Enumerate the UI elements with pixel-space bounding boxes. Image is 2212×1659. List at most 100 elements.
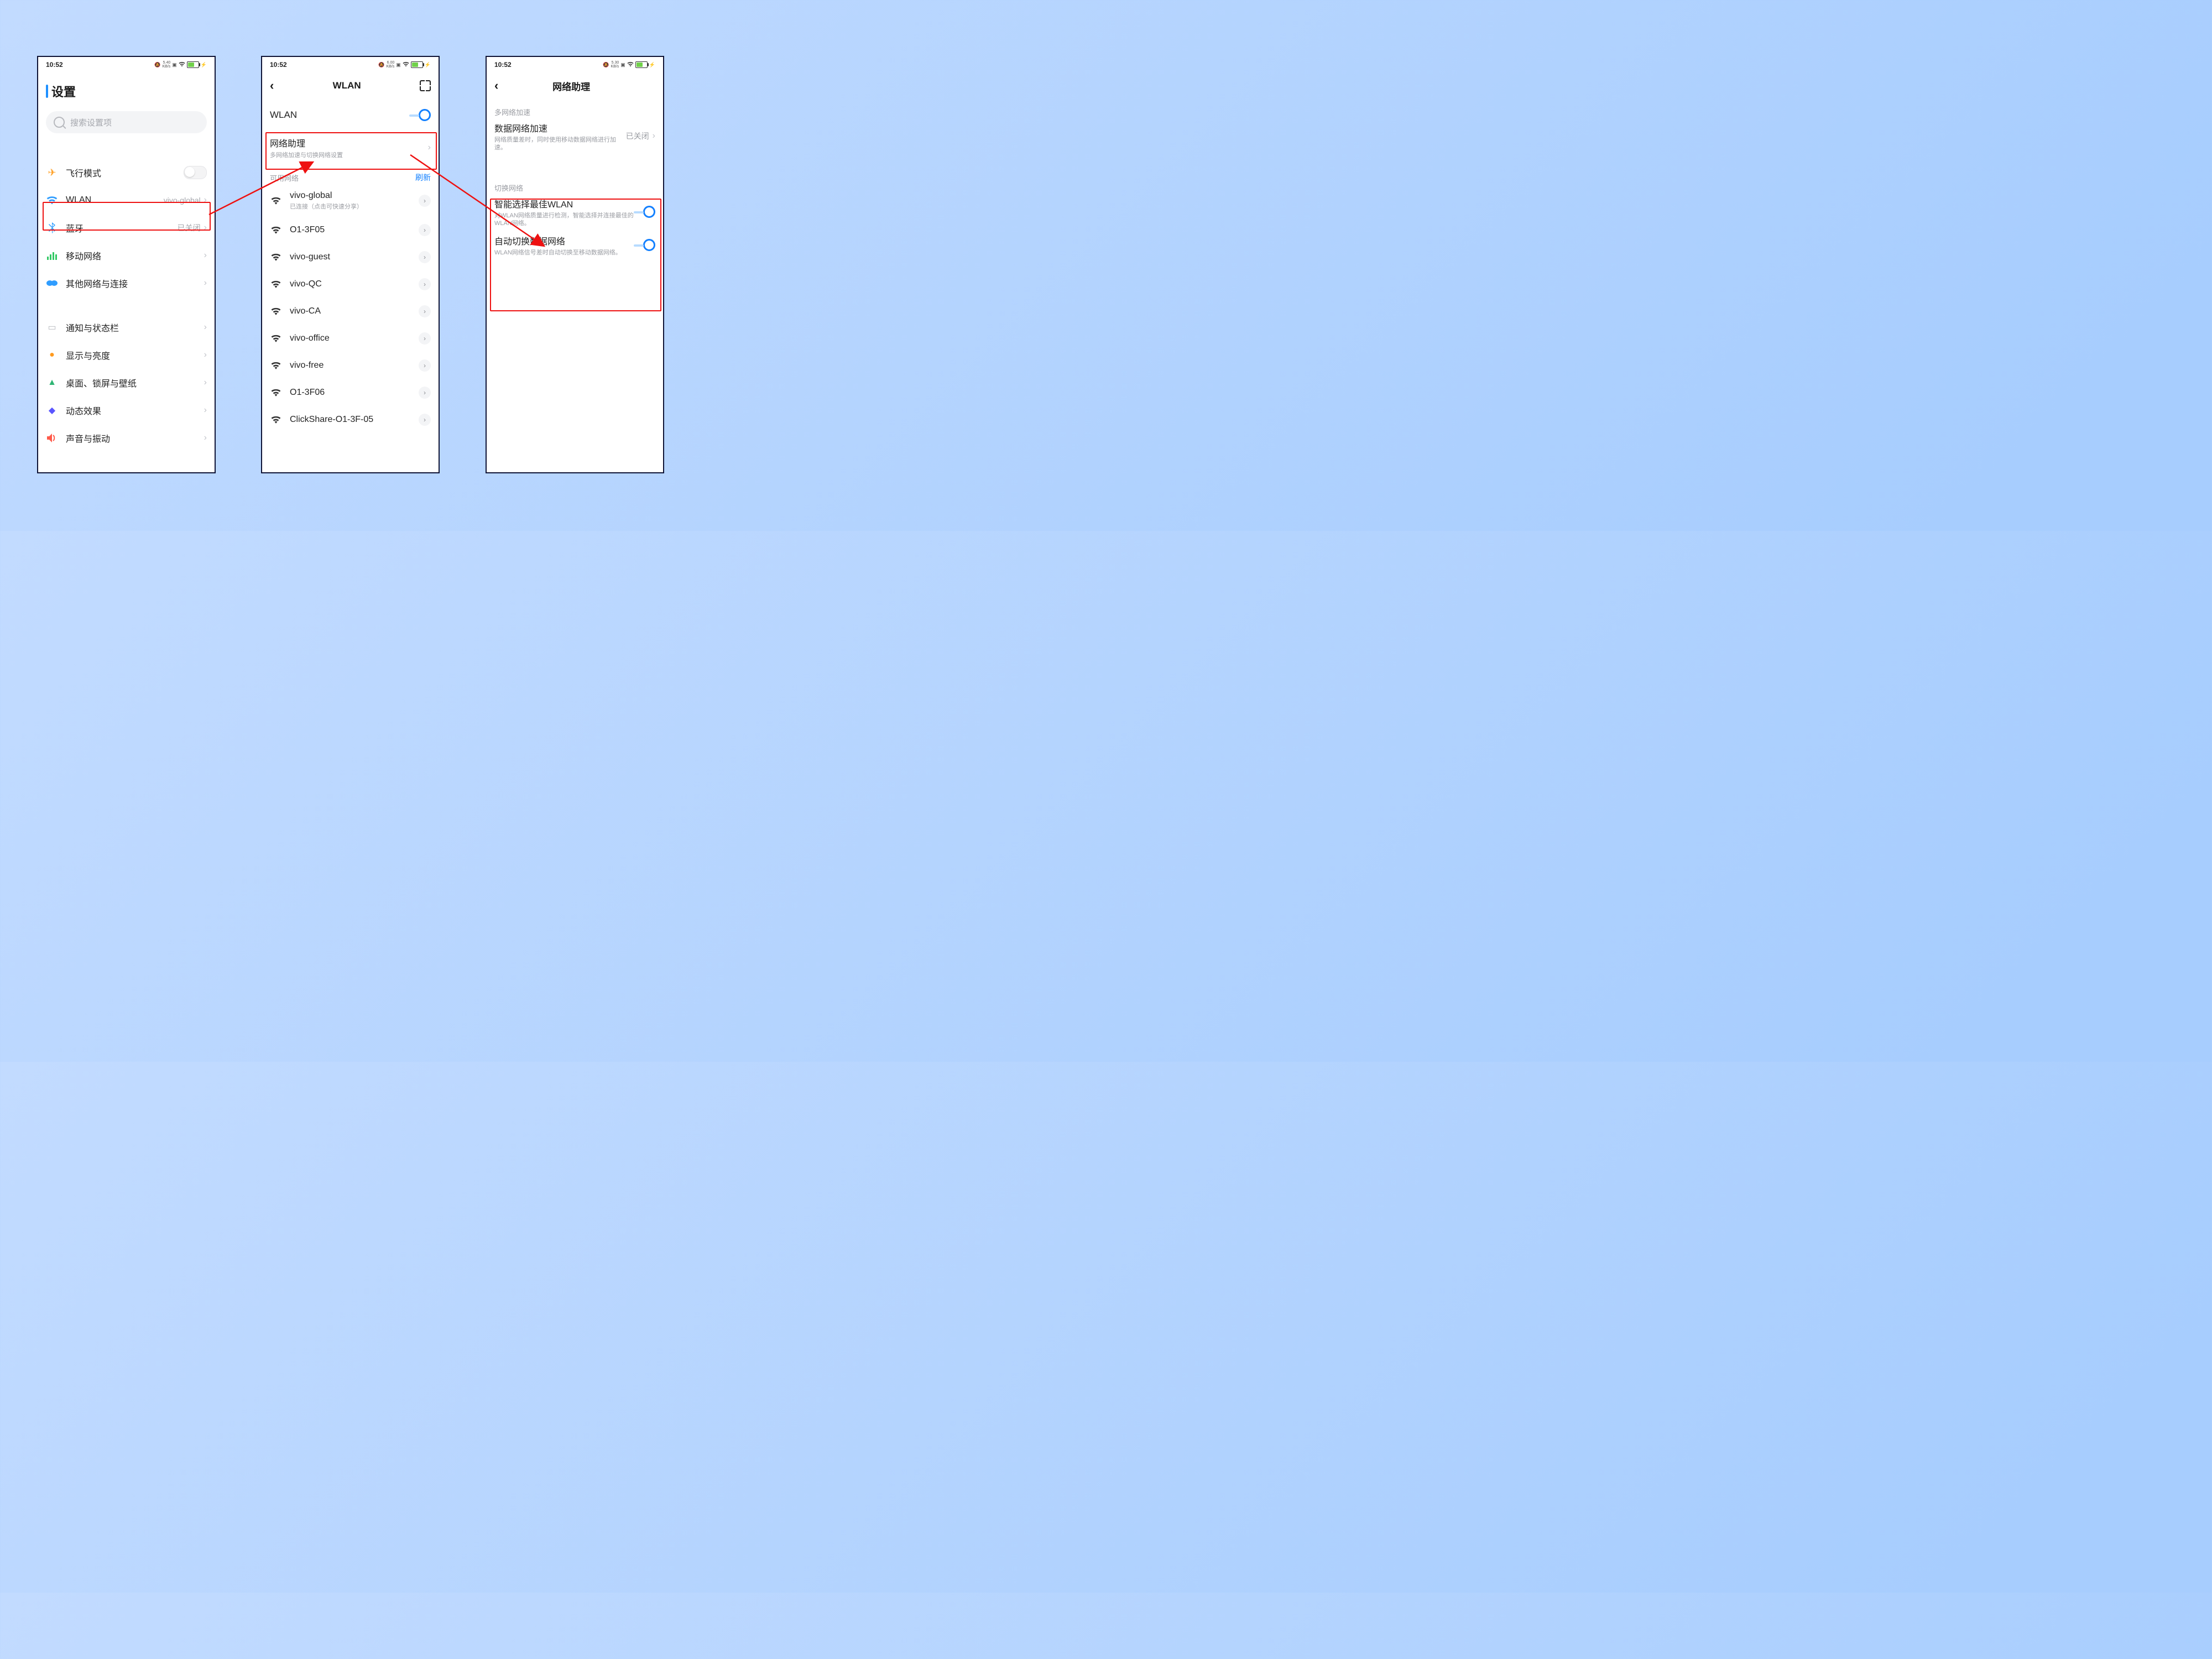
network-name: vivo-free <box>290 361 419 371</box>
network-details-button[interactable]: › <box>419 387 431 399</box>
chevron-right-icon: › <box>204 251 207 260</box>
bluetooth-icon <box>46 222 58 234</box>
network-sub: 已连接（点击可快速分享） <box>290 202 419 211</box>
sound-icon <box>46 432 58 444</box>
wallpaper-icon: ▲ <box>46 377 58 389</box>
network-name: O1-3F05 <box>290 225 419 235</box>
title-accent <box>46 85 48 98</box>
network-item[interactable]: vivo-CA› <box>262 298 439 325</box>
toggle-smart-wlan[interactable] <box>643 206 655 218</box>
network-details-button[interactable]: › <box>419 251 431 263</box>
row-smart-wlan[interactable]: 智能选择最佳WLAN 对WLAN网络质量进行检测，智能选择并连接最佳的WLAN网… <box>487 195 663 228</box>
brightness-icon: ● <box>46 349 58 361</box>
wifi-icon <box>270 305 282 317</box>
network-details-button[interactable]: › <box>419 332 431 345</box>
row-dynamic-effects[interactable]: ◆ 动态效果 › <box>38 397 215 424</box>
row-display[interactable]: ● 显示与亮度 › <box>38 341 215 369</box>
row-auto-switch-data[interactable]: 自动切换数据网络 WLAN网络信号差时自动切换至移动数据网络。 <box>487 228 663 262</box>
network-label-group: vivo-CA <box>290 306 419 316</box>
network-details-button[interactable]: › <box>419 414 431 426</box>
network-item[interactable]: vivo-office› <box>262 325 439 352</box>
row-wlan-toggle[interactable]: WLAN <box>262 99 439 131</box>
search-icon <box>54 117 65 128</box>
network-item[interactable]: vivo-guest› <box>262 243 439 270</box>
notification-icon: ▭ <box>46 321 58 333</box>
toggle-auto-switch[interactable] <box>643 239 655 251</box>
row-sound-vibration[interactable]: 声音与振动 › <box>38 424 215 452</box>
network-item[interactable]: O1-3F06› <box>262 379 439 406</box>
status-bar: 10:52 🔕 5.30KB/s ▣ ⚡ <box>487 57 663 72</box>
wifi-icon <box>179 61 185 68</box>
mute-icon: 🔕 <box>603 62 609 68</box>
network-details-button[interactable]: › <box>419 195 431 207</box>
network-item[interactable]: ClickShare-O1-3F-05› <box>262 406 439 433</box>
row-wlan[interactable]: WLAN vivo-global › <box>38 186 215 214</box>
back-button[interactable]: ‹ <box>270 79 274 93</box>
section-available-networks: 可用网络 刷新 <box>262 164 439 185</box>
network-item[interactable]: O1-3F05› <box>262 216 439 243</box>
label: 飞行模式 <box>66 166 184 179</box>
wifi-icon <box>270 195 282 207</box>
search-placeholder: 搜索设置项 <box>70 117 112 128</box>
wifi-icon <box>270 224 282 236</box>
scan-qr-button[interactable] <box>420 80 431 91</box>
charging-icon: ⚡ <box>425 62 431 68</box>
refresh-button[interactable]: 刷新 <box>415 172 431 183</box>
network-details-button[interactable]: › <box>419 224 431 236</box>
wifi-icon <box>627 61 634 68</box>
network-label-group: vivo-free <box>290 361 419 371</box>
label: 显示与亮度 <box>66 348 204 362</box>
wifi-icon <box>46 194 58 206</box>
back-button[interactable]: ‹ <box>494 79 498 93</box>
network-label-group: ClickShare-O1-3F-05 <box>290 415 419 425</box>
network-label-group: vivo-guest <box>290 252 419 262</box>
network-name: O1-3F06 <box>290 388 419 398</box>
screen-wlan: 10:52 🔕 6.00KB/s ▣ ⚡ ‹ WLAN WLAN 网络助理 多网… <box>261 56 440 473</box>
label: 通知与状态栏 <box>66 321 204 334</box>
page-title: 网络助理 <box>552 79 590 93</box>
network-name: vivo-global <box>290 191 419 201</box>
status-right: 🔕 5.30KB/s ▣ ⚡ <box>603 61 655 69</box>
clock: 10:52 <box>46 61 63 69</box>
sublabel: 网络质量差时，同时使用移动数据网络进行加速。 <box>494 136 626 152</box>
wifi-icon <box>270 278 282 290</box>
network-label-group: vivo-global已连接（点击可快速分享） <box>290 191 419 211</box>
row-bluetooth[interactable]: 蓝牙 已关闭 › <box>38 214 215 242</box>
chevron-right-icon: › <box>204 405 207 415</box>
network-details-button[interactable]: › <box>419 305 431 317</box>
row-home-lock-wallpaper[interactable]: ▲ 桌面、锁屏与壁纸 › <box>38 369 215 397</box>
toggle-wlan[interactable] <box>419 109 431 121</box>
toggle-airplane[interactable] <box>184 166 207 179</box>
page-title-bar: 设置 <box>38 72 215 105</box>
sublabel: 对WLAN网络质量进行检测，智能选择并连接最佳的WLAN网络。 <box>494 212 643 227</box>
row-other-connections[interactable]: 其他网络与连接 › <box>38 269 215 297</box>
network-label-group: O1-3F05 <box>290 225 419 235</box>
page-title: 设置 <box>51 82 76 100</box>
label: 声音与振动 <box>66 431 204 445</box>
network-item[interactable]: vivo-free› <box>262 352 439 379</box>
row-notifications[interactable]: ▭ 通知与状态栏 › <box>38 314 215 341</box>
charging-icon: ⚡ <box>649 62 655 68</box>
network-item[interactable]: vivo-global已连接（点击可快速分享）› <box>262 185 439 216</box>
screen-settings: 10:52 🔕 5.40KB/s ▣ ⚡ 设置 搜索设置项 ✈ 飞行模式 WLA… <box>37 56 216 473</box>
search-input[interactable]: 搜索设置项 <box>46 111 207 133</box>
row-mobile-network[interactable]: 移动网络 › <box>38 242 215 269</box>
network-name: vivo-guest <box>290 252 419 262</box>
row-data-network-accel[interactable]: 数据网络加速 网络质量差时，同时使用移动数据网络进行加速。 已关闭 › <box>487 119 663 153</box>
link-icon <box>46 277 58 289</box>
label: 动态效果 <box>66 404 204 417</box>
wifi-icon <box>270 387 282 399</box>
status-right: 🔕 5.40KB/s ▣ ⚡ <box>154 61 207 69</box>
mute-icon: 🔕 <box>154 62 160 68</box>
wifi-icon <box>270 414 282 426</box>
chevron-right-icon: › <box>204 350 207 360</box>
network-item[interactable]: vivo-QC› <box>262 270 439 298</box>
label: 移动网络 <box>66 249 204 262</box>
network-label-group: vivo-QC <box>290 279 419 289</box>
network-label-group: vivo-office <box>290 333 419 343</box>
network-details-button[interactable]: › <box>419 359 431 372</box>
chevron-right-icon: › <box>204 278 207 288</box>
network-details-button[interactable]: › <box>419 278 431 290</box>
row-airplane-mode[interactable]: ✈ 飞行模式 <box>38 159 215 186</box>
row-network-assistant[interactable]: 网络助理 多网络加速与切换网络设置 › <box>262 131 439 164</box>
